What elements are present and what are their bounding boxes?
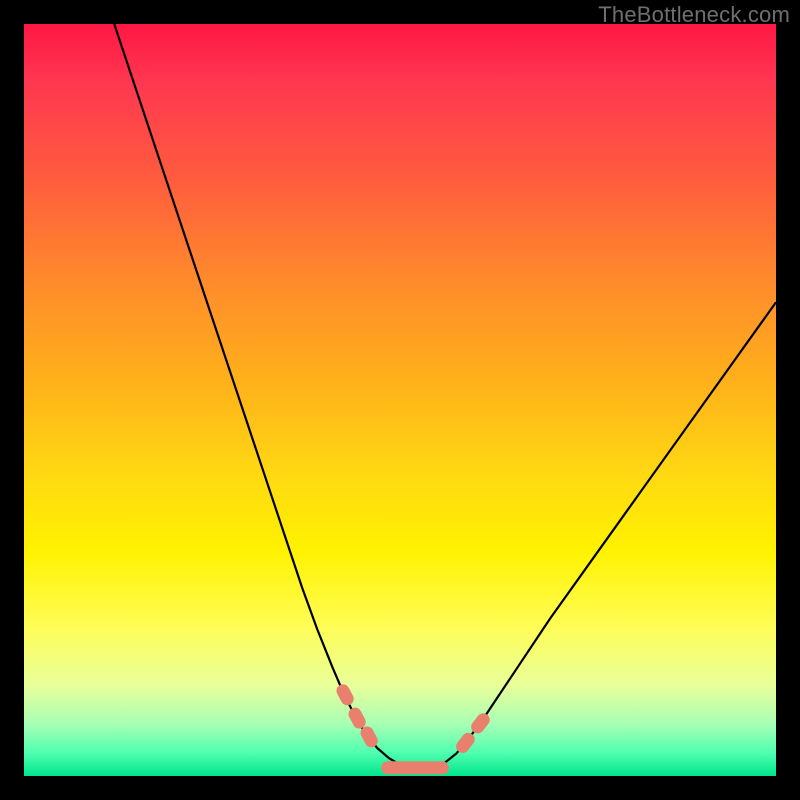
chart-plot-area — [24, 24, 776, 776]
chart-marker-bottom — [381, 761, 449, 774]
chart-frame: TheBottleneck.com — [0, 0, 800, 800]
right-curve-line — [423, 302, 776, 772]
left-curve-line — [114, 24, 422, 772]
markers-group — [334, 682, 492, 774]
attribution-text: TheBottleneck.com — [598, 2, 790, 28]
chart-svg — [24, 24, 776, 776]
chart-marker — [334, 682, 356, 708]
